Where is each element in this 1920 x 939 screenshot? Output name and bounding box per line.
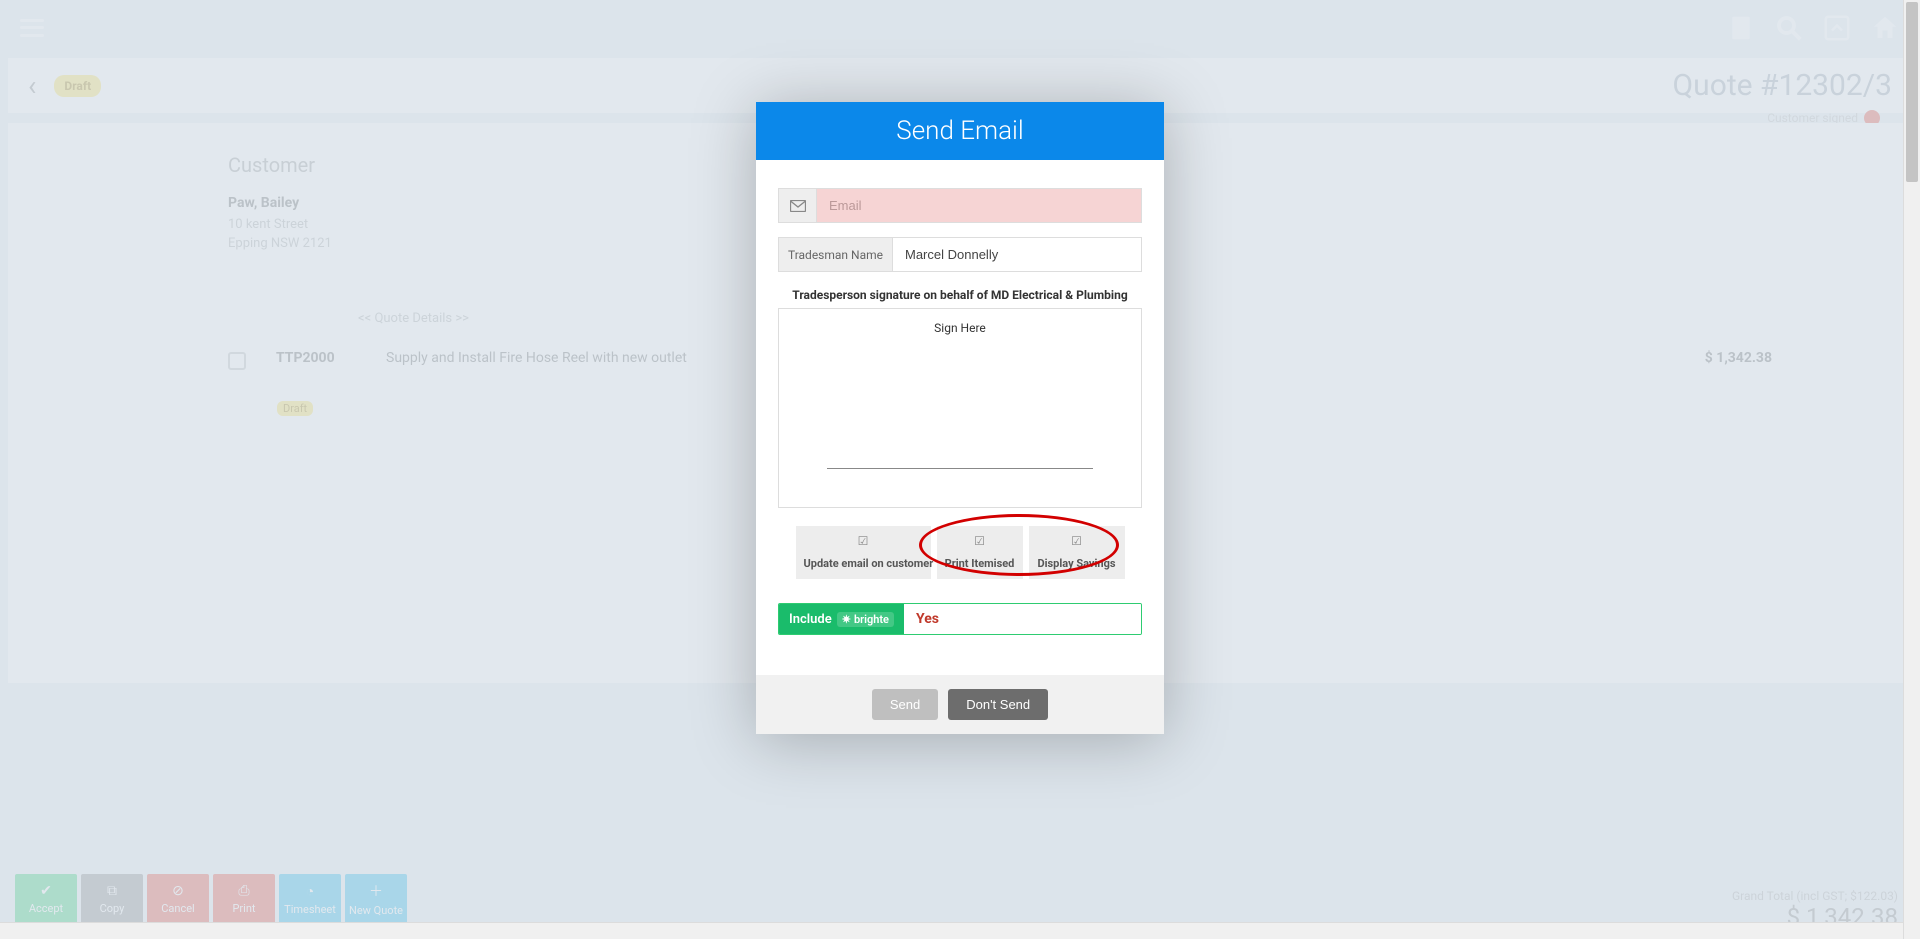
scrollbar-thumb[interactable] xyxy=(1906,2,1918,182)
print-itemised-label: Print Itemised xyxy=(945,557,1015,570)
checkbox-checked-icon: ☑ xyxy=(1037,534,1117,548)
tradesman-name-field[interactable] xyxy=(893,238,1141,271)
modal-overlay: Send Email Tradesman Name Tradesperson s… xyxy=(0,0,1920,939)
display-savings-toggle[interactable]: ☑ Display Savings xyxy=(1029,526,1125,579)
options-row: ☑ Update email on customer ☑ Print Itemi… xyxy=(778,526,1142,579)
modal-body: Tradesman Name Tradesperson signature on… xyxy=(756,160,1164,675)
signature-pad[interactable]: Sign Here xyxy=(778,308,1142,508)
print-itemised-toggle[interactable]: ☑ Print Itemised xyxy=(937,526,1023,579)
update-email-label: Update email on customer xyxy=(804,557,934,570)
checkbox-checked-icon: ☑ xyxy=(804,534,923,548)
vertical-scrollbar[interactable] xyxy=(1903,0,1920,939)
update-email-toggle[interactable]: ☑ Update email on customer xyxy=(796,526,931,579)
envelope-icon xyxy=(779,189,817,222)
tradesman-group: Tradesman Name xyxy=(778,237,1142,272)
sign-here-label: Sign Here xyxy=(779,321,1141,335)
signature-line xyxy=(827,468,1093,469)
brighte-logo: ✷ brighte xyxy=(837,612,894,627)
email-group xyxy=(778,188,1142,223)
email-field[interactable] xyxy=(817,189,1141,222)
dont-send-button[interactable]: Don't Send xyxy=(948,689,1048,720)
modal-footer: Send Don't Send xyxy=(756,675,1164,734)
send-email-modal: Send Email Tradesman Name Tradesperson s… xyxy=(756,102,1164,734)
brighte-row: Include ✷ brighte Yes xyxy=(778,603,1142,635)
display-savings-label: Display Savings xyxy=(1037,557,1115,570)
brighte-value[interactable]: Yes xyxy=(904,604,1141,634)
signature-caption: Tradesperson signature on behalf of MD E… xyxy=(778,288,1142,302)
horizontal-scrollbar[interactable] xyxy=(0,922,1903,939)
tradesman-name-label: Tradesman Name xyxy=(779,238,893,271)
checkbox-checked-icon: ☑ xyxy=(945,534,1015,548)
modal-title: Send Email xyxy=(756,102,1164,160)
send-button[interactable]: Send xyxy=(872,689,938,720)
brighte-include-label: Include ✷ brighte xyxy=(779,604,904,634)
